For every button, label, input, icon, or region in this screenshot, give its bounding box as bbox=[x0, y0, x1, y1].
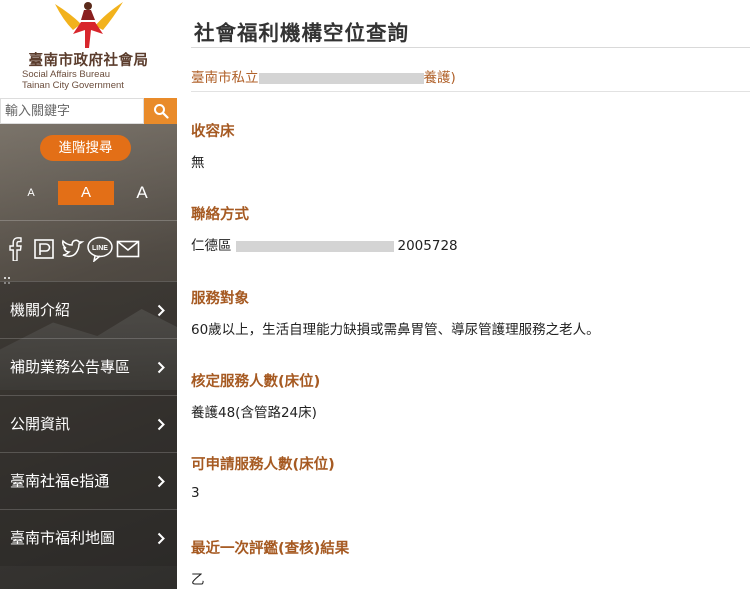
svg-text:LINE: LINE bbox=[92, 245, 108, 252]
redacted-text bbox=[258, 72, 424, 84]
plurk-icon[interactable] bbox=[32, 235, 56, 263]
field-value-approved-capacity: 養護48(含管路24床) bbox=[191, 405, 317, 421]
chevron-right-icon bbox=[157, 418, 165, 431]
field-label-service-target: 服務對象 bbox=[191, 291, 249, 307]
sidebar-item-public-info[interactable]: 公開資訊 bbox=[0, 395, 177, 452]
field-value-latest-evaluation: 乙 bbox=[191, 572, 205, 588]
sidebar-item-label: 補助業務公告專區 bbox=[10, 358, 131, 376]
email-icon[interactable] bbox=[116, 235, 140, 263]
sidebar-item-label: 臺南社福e指通 bbox=[10, 472, 110, 490]
twitter-icon[interactable] bbox=[60, 235, 86, 263]
drag-handle-icon[interactable] bbox=[3, 271, 11, 284]
sidebar-divider bbox=[0, 220, 177, 221]
institution-name: 臺南市私立 養護) bbox=[191, 66, 456, 86]
field-label-contact: 聯絡方式 bbox=[191, 207, 249, 223]
font-size-medium-button[interactable]: A bbox=[58, 181, 114, 205]
field-label-approved-capacity: 核定服務人數(床位) bbox=[191, 374, 321, 390]
redacted-text bbox=[235, 240, 394, 252]
sidebar-item-welfare-guide[interactable]: 臺南社福e指通 bbox=[0, 452, 177, 509]
title-divider bbox=[191, 47, 750, 48]
page-title: 社會福利機構空位查詢 bbox=[194, 21, 409, 45]
font-size-small-button[interactable]: A bbox=[20, 181, 42, 205]
institution-name-suffix: 養護) bbox=[423, 70, 456, 86]
sidebar: 臺南市政府社會局 Social Affairs Bureau Tainan Ci… bbox=[0, 0, 177, 589]
contact-suffix: 2005728 bbox=[397, 238, 458, 254]
sidebar-item-label: 公開資訊 bbox=[10, 415, 71, 433]
chevron-right-icon bbox=[157, 304, 165, 317]
field-value-available-capacity: 3 bbox=[191, 485, 200, 501]
sidebar-item-label: 臺南市福利地圖 bbox=[10, 529, 116, 547]
chevron-right-icon bbox=[157, 361, 165, 374]
font-size-selector: A A A bbox=[0, 181, 177, 205]
contact-prefix: 仁德區 bbox=[191, 238, 232, 254]
bureau-name-chinese: 臺南市政府社會局 bbox=[28, 53, 149, 69]
chevron-right-icon bbox=[157, 532, 165, 545]
bureau-name-english-line2: Tainan City Government bbox=[22, 80, 124, 91]
search-icon bbox=[153, 104, 169, 119]
sidebar-item-welfare-map[interactable]: 臺南市福利地圖 bbox=[0, 509, 177, 566]
institution-divider bbox=[191, 91, 750, 92]
sidebar-item-label: 機關介紹 bbox=[10, 301, 71, 319]
bureau-name-english-line1: Social Affairs Bureau bbox=[22, 69, 111, 80]
font-size-large-button[interactable]: A bbox=[128, 181, 156, 205]
social-links: LINE bbox=[6, 235, 176, 263]
field-label-shelter-beds: 收容床 bbox=[191, 124, 235, 140]
field-label-available-capacity: 可申請服務人數(床位) bbox=[191, 457, 335, 473]
field-value-contact: 仁德區 2005728 bbox=[191, 234, 458, 254]
search-input[interactable] bbox=[0, 98, 144, 124]
institution-name-prefix: 臺南市私立 bbox=[191, 70, 259, 86]
search-button[interactable] bbox=[144, 98, 177, 124]
advanced-search-button[interactable]: 進階搜尋 bbox=[40, 135, 131, 161]
chevron-right-icon bbox=[157, 475, 165, 488]
search-bar bbox=[0, 98, 177, 124]
line-icon[interactable]: LINE bbox=[86, 235, 114, 263]
bureau-logo-icon bbox=[55, 2, 123, 48]
facebook-icon[interactable] bbox=[6, 235, 24, 263]
sidebar-item-about[interactable]: 機關介紹 bbox=[0, 281, 177, 338]
main-content: 社會福利機構空位查詢 臺南市私立 養護) 收容床 無 聯絡方式 仁德區 200572… bbox=[177, 0, 750, 589]
site-logo[interactable]: 臺南市政府社會局 Social Affairs Bureau Tainan Ci… bbox=[0, 0, 177, 98]
field-value-service-target: 60歲以上，生活自理能力缺損或需鼻胃管、導尿管護理服務之老人。 bbox=[191, 322, 600, 338]
field-value-shelter-beds: 無 bbox=[191, 155, 205, 171]
field-label-latest-evaluation: 最近一次評鑑(查核)結果 bbox=[191, 541, 350, 557]
sidebar-item-subsidy-announcements[interactable]: 補助業務公告專區 bbox=[0, 338, 177, 395]
